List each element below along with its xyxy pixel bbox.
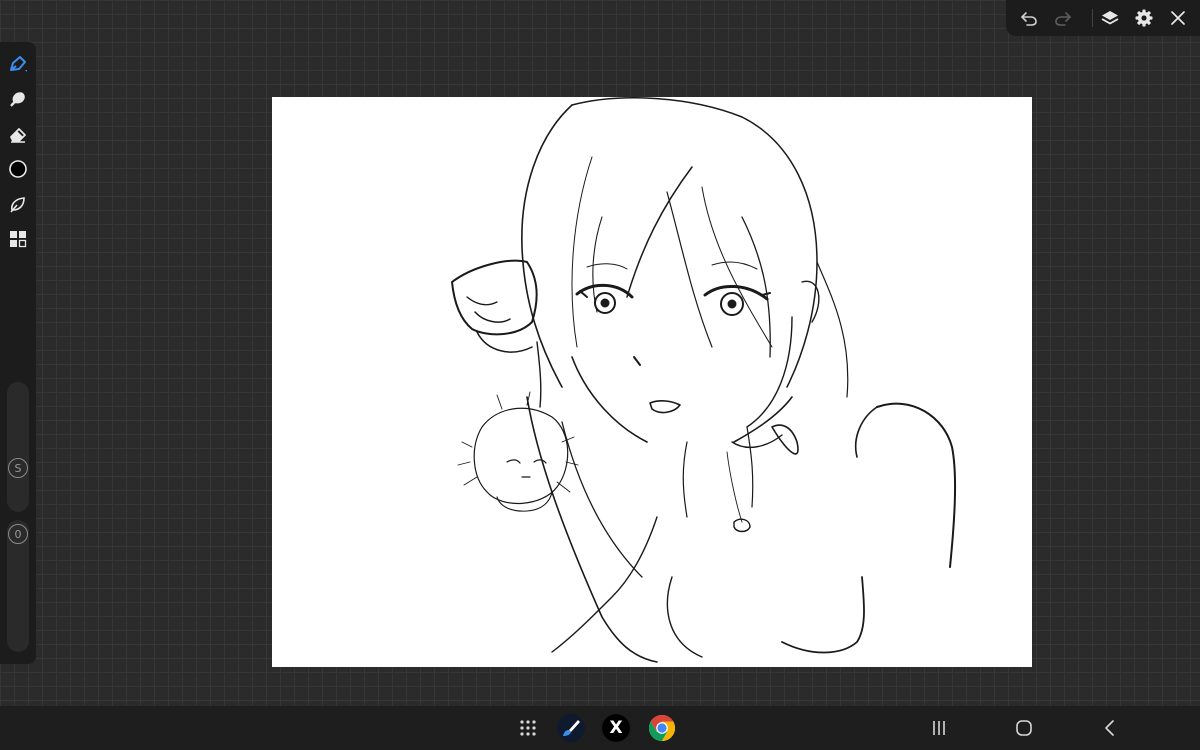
x-app-letter: X <box>609 718 623 738</box>
chest-curve <box>666 576 703 658</box>
choker-ribbon <box>733 396 799 455</box>
close-icon <box>1171 11 1185 25</box>
hair-left-outline <box>521 104 573 388</box>
smudge-tool-button[interactable] <box>3 84 33 114</box>
color-picker-button[interactable] <box>3 154 33 184</box>
undo-icon <box>1021 12 1037 26</box>
settings-icon <box>1135 9 1153 27</box>
ibis-paint-icon <box>557 714 585 742</box>
back-icon <box>1105 720 1114 736</box>
brush-opacity-thumb[interactable]: 0 <box>8 524 28 544</box>
plush-face <box>506 459 547 478</box>
fist-finger-1 <box>474 311 511 323</box>
choker-band <box>731 434 783 449</box>
eraser-icon <box>10 128 26 143</box>
nose <box>633 356 641 366</box>
neck-left <box>682 441 688 518</box>
plush-head <box>473 407 569 504</box>
chest-right <box>781 576 865 654</box>
chrome-icon <box>648 714 676 742</box>
right-brow <box>711 261 758 270</box>
close-button[interactable] <box>1163 3 1193 33</box>
pendant-chain <box>726 451 743 523</box>
color-circle-icon <box>9 160 27 178</box>
face-left <box>571 356 648 443</box>
top-toolbar <box>1006 0 1200 36</box>
x-app-button[interactable]: X <box>601 713 631 743</box>
home-icon <box>1016 720 1032 736</box>
hair-strand-2 <box>571 156 593 348</box>
brush-tool-button[interactable] <box>3 49 33 79</box>
layers-icon <box>1101 11 1119 25</box>
recents-icon <box>933 721 945 735</box>
brush-opacity-label: 0 <box>14 527 22 541</box>
home-button[interactable] <box>1009 713 1039 743</box>
app-drawer-button[interactable] <box>513 713 543 743</box>
hair-right-outer <box>816 261 849 398</box>
hair-top <box>571 97 818 388</box>
recents-button[interactable] <box>924 713 954 743</box>
toolbar-divider <box>1092 9 1093 27</box>
fist-finger-2 <box>466 296 498 306</box>
chrome-app-button[interactable] <box>647 713 677 743</box>
shoulder-top <box>855 406 878 458</box>
brush-opacity-slider[interactable]: 0 <box>7 520 29 652</box>
brush-size-thumb[interactable]: S <box>8 458 28 478</box>
brush-pen-icon <box>10 56 27 72</box>
smudge-icon <box>10 92 25 107</box>
lasso-icon <box>10 197 25 213</box>
ibis-paint-app-button[interactable] <box>556 713 586 743</box>
wrist <box>476 331 533 353</box>
bangs-left <box>626 166 693 298</box>
plush-string <box>536 341 542 408</box>
redo-icon <box>1055 12 1071 26</box>
shoulder-right <box>876 402 957 568</box>
back-button[interactable] <box>1095 713 1125 743</box>
mouth <box>649 400 681 414</box>
left-toolbar: S 0 <box>0 42 36 664</box>
drawing-canvas[interactable] <box>272 97 1032 667</box>
app-drawer-icon <box>520 720 536 736</box>
eraser-tool-button[interactable] <box>3 119 33 149</box>
sketch-artwork <box>451 97 957 663</box>
layers-button[interactable] <box>1095 3 1125 33</box>
grid-tools-button[interactable] <box>3 224 33 254</box>
grid-icon <box>10 231 27 248</box>
arm-inner <box>561 421 643 578</box>
selection-tool-button[interactable] <box>3 189 33 219</box>
x-app-icon: X <box>602 714 630 742</box>
settings-button[interactable] <box>1129 3 1159 33</box>
neck-right <box>746 426 754 508</box>
undo-button[interactable] <box>1014 3 1044 33</box>
brush-size-label: S <box>14 461 22 475</box>
brush-size-slider[interactable]: S <box>7 382 29 512</box>
redo-button[interactable] <box>1048 3 1078 33</box>
ear <box>801 280 820 323</box>
system-taskbar: X <box>0 706 1200 750</box>
bangs-mid <box>666 191 713 348</box>
